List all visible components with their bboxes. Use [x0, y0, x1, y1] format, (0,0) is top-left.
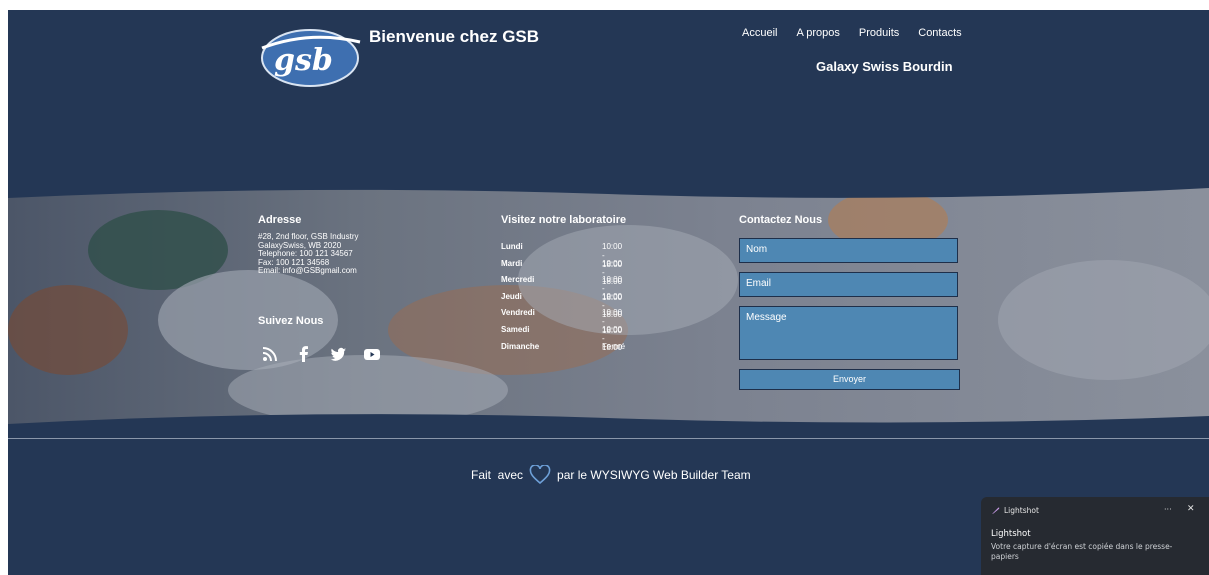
logo-text: gsb	[274, 43, 333, 78]
footer-credit: Fait avec par le WYSIWYG Web Builder Tea…	[471, 465, 751, 485]
message-field[interactable]: Message	[739, 306, 958, 360]
day-label: Vendredi	[501, 308, 535, 318]
contact-title: Contactez Nous	[739, 214, 823, 226]
send-button[interactable]: Envoyer	[739, 369, 960, 390]
social-title: Suivez Nous	[258, 315, 324, 327]
footer-suffix: par le WYSIWYG Web Builder Team	[557, 468, 751, 482]
day-label: Samedi	[501, 324, 530, 334]
company-name: Galaxy Swiss Bourdin	[816, 59, 953, 74]
notification-header: Lightshot	[991, 506, 1039, 515]
site-title: Bienvenue chez GSB	[369, 27, 540, 46]
day-label: Lundi	[501, 242, 523, 251]
time-label: Fermé	[602, 341, 626, 351]
page: gsb Bienvenue chez GSB Accueil A propos …	[8, 10, 1209, 575]
footer-prefix: Fait avec	[471, 468, 524, 482]
main-nav: Accueil A propos Produits Contacts	[742, 27, 962, 39]
feather-icon	[991, 507, 1000, 515]
lightshot-notification[interactable]: Lightshot ··· ✕ Lightshot Votre capture …	[981, 497, 1209, 575]
nav-produits[interactable]: Produits	[859, 27, 899, 39]
footer-divider	[8, 438, 1209, 439]
address-title: Adresse	[258, 214, 302, 226]
day-label: Jeudi	[501, 291, 522, 301]
notification-app-name: Lightshot	[1004, 506, 1039, 515]
name-field[interactable]: Nom	[739, 238, 958, 263]
notification-message: Votre capture d'écran est copiée dans le…	[991, 542, 1173, 561]
youtube-icon[interactable]	[362, 344, 382, 364]
day-label: Mercredi	[501, 275, 535, 285]
notification-title: Lightshot	[991, 529, 1031, 539]
social-links	[260, 344, 382, 364]
close-icon[interactable]: ✕	[1187, 504, 1195, 514]
rss-icon[interactable]	[260, 344, 280, 364]
day-label: Dimanche	[501, 341, 540, 351]
twitter-icon[interactable]	[328, 344, 348, 364]
gsb-logo[interactable]: gsb	[260, 24, 362, 88]
lab-title: Visitez notre laboratoire	[501, 214, 627, 226]
nav-accueil[interactable]: Accueil	[742, 27, 777, 39]
email-field[interactable]: Email	[739, 272, 958, 297]
more-options-icon[interactable]: ···	[1164, 505, 1172, 514]
nav-contacts[interactable]: Contacts	[918, 27, 961, 39]
day-label: Mardi	[501, 258, 523, 268]
heart-icon	[529, 465, 551, 485]
nav-a-propos[interactable]: A propos	[796, 27, 839, 39]
address-line: Email: info@GSBgmail.com	[258, 266, 357, 275]
facebook-icon[interactable]	[294, 344, 314, 364]
address-block: #28, 2nd floor, GSB Industry GalaxySwiss…	[258, 232, 359, 276]
